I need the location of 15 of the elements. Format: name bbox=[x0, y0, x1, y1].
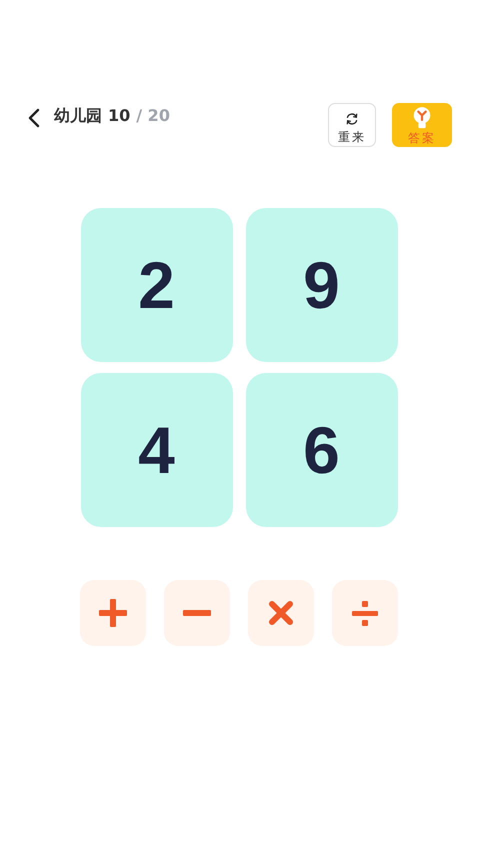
level-name: 幼儿园 bbox=[54, 106, 102, 127]
times-button[interactable] bbox=[248, 580, 314, 646]
level-total: / 20 bbox=[136, 106, 170, 125]
plus-button[interactable] bbox=[80, 580, 146, 646]
number-card[interactable]: 4 bbox=[80, 373, 232, 527]
divide-button[interactable] bbox=[332, 580, 398, 646]
back-icon[interactable] bbox=[28, 108, 40, 128]
number-card[interactable]: 2 bbox=[80, 208, 232, 362]
level-number: 10 bbox=[108, 106, 130, 125]
number-card[interactable]: 9 bbox=[246, 208, 398, 362]
plus-icon bbox=[97, 597, 129, 629]
minus-button[interactable] bbox=[164, 580, 230, 646]
number-card[interactable]: 6 bbox=[246, 373, 398, 527]
restart-button[interactable]: 重来 bbox=[328, 103, 376, 147]
minus-icon bbox=[183, 610, 211, 616]
